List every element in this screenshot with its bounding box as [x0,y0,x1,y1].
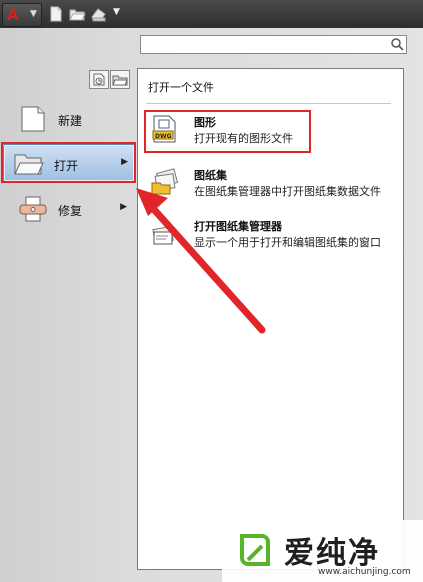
application-menu-button[interactable]: A ▼ [2,3,42,27]
open-folder-icon[interactable] [68,5,86,23]
quick-access-dropdown-icon[interactable]: ▼ [113,7,120,17]
watermark-logo-icon [236,530,274,570]
chevron-down-icon: ▼ [30,9,37,19]
sheet-set-manager-icon [150,218,180,248]
item-description: 在图纸集管理器中打开图纸集数据文件 [194,185,381,198]
open-sheet-set-item[interactable]: 图纸集 在图纸集管理器中打开图纸集数据文件 [146,165,391,205]
item-title: 打开图纸集管理器 [194,220,282,233]
item-title: 图纸集 [194,169,227,182]
open-documents-icon[interactable] [110,70,130,89]
search-box[interactable] [140,35,407,54]
recent-documents-icon[interactable] [89,70,109,89]
search-icon[interactable] [390,37,404,51]
view-toggle-group [89,70,131,89]
new-document-icon[interactable] [47,5,65,23]
divider [146,103,391,104]
highlight-annotation-open [1,142,136,183]
open-sheet-set-manager-item[interactable]: 打开图纸集管理器 显示一个用于打开和编辑图纸集的窗口 [146,216,391,256]
watermark-text: 爱纯净 [284,536,380,571]
save-icon[interactable] [90,5,108,23]
new-document-icon [16,105,50,133]
menu-item-label: 新建 [58,114,83,128]
highlight-annotation-drawing [144,110,311,153]
app-logo-icon: A [7,6,19,24]
item-description: 显示一个用于打开和编辑图纸集的窗口 [194,236,381,249]
menu-item-new[interactable]: 新建 [8,100,133,138]
watermark-url: www.aichunjing.com [318,567,411,577]
search-input[interactable] [141,36,389,51]
menu-item-repair[interactable]: 修复 ▶ [8,190,133,228]
repair-icon [16,195,50,223]
menu-item-label: 修复 [58,204,83,218]
submenu-arrow-icon: ▶ [120,202,127,212]
top-toolbar: A ▼ ▼ [0,0,423,29]
site-watermark: 爱纯净 www.aichunjing.com [222,520,423,582]
panel-title: 打开一个文件 [148,81,214,94]
sheet-set-icon [150,167,180,197]
